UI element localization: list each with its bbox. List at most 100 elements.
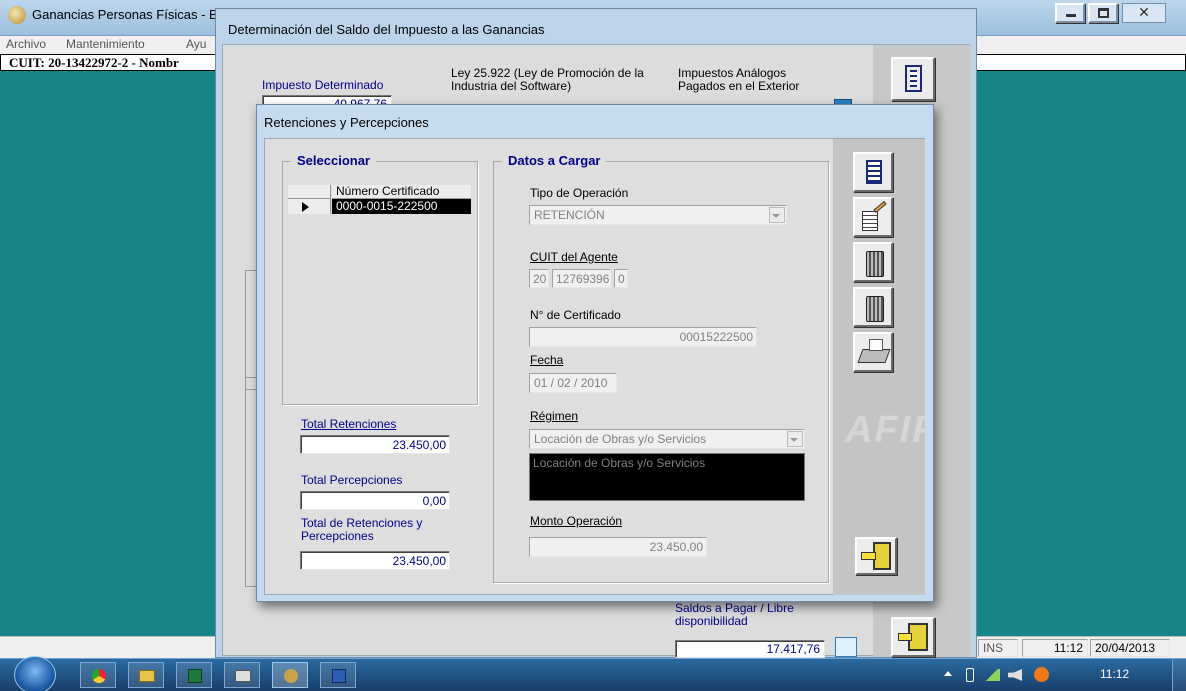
exit-arrow-icon (861, 552, 876, 560)
retenciones-client: Seleccionar Número Certificado 0000-0015… (264, 138, 925, 595)
cuit-agente-2-value: 12769396 (556, 272, 610, 286)
show-desktop-button[interactable] (1172, 659, 1186, 691)
table-row[interactable]: 0000-0015-222500 (288, 199, 471, 214)
regimen-description: Locación de Obras y/o Servicios (529, 453, 805, 501)
document-icon (866, 160, 882, 184)
saldo-document-button[interactable] (891, 57, 935, 101)
retenciones-dialog-title: Retenciones y Percepciones (264, 115, 429, 130)
datos-title: Datos a Cargar (502, 153, 607, 168)
delete-document-button[interactable] (853, 242, 893, 282)
monto-label: Monto Operación (530, 514, 623, 528)
regimen-chevron-glyph (790, 438, 798, 442)
menu-archivo[interactable]: Archivo (6, 37, 46, 51)
total-general-label: Total de Retenciones y Percepciones (301, 516, 423, 543)
certificado-label: N° de Certificado (530, 308, 621, 322)
row-cell-certificado: 0000-0015-222500 (332, 199, 471, 214)
trash-document-icon (866, 251, 884, 277)
excel-taskbar-icon[interactable] (176, 662, 212, 688)
total-percepciones-label: Total Percepciones (301, 473, 403, 487)
status-time-text: 11:12 (1053, 641, 1083, 655)
certificado-value: 00015222500 (679, 330, 753, 344)
minimize-button[interactable] (1055, 3, 1085, 23)
word-taskbar-icon[interactable] (320, 662, 356, 688)
status-ins-text: INS (983, 641, 1004, 655)
exit-button[interactable] (855, 537, 897, 575)
total-retenciones-value: 23.450,00 (392, 438, 446, 452)
fecha-label: Fecha (530, 353, 564, 367)
edit-button[interactable] (853, 197, 893, 237)
tipo-operacion-select[interactable]: RETENCIÓN (529, 205, 787, 225)
saldos-value: 17.417,76 (766, 642, 820, 656)
cuit-agente-2[interactable]: 12769396 (552, 269, 611, 288)
total-retenciones-field: 23.450,00 (300, 435, 450, 454)
tipo-operacion-label: Tipo de Operación (530, 186, 629, 200)
regimen-description-text: Locación de Obras y/o Servicios (533, 456, 706, 470)
pencil-glyph (873, 200, 887, 214)
impuesto-determinado-label: Impuesto Determinado (262, 78, 384, 92)
certificado-field[interactable]: 00015222500 (529, 327, 757, 347)
delete-button[interactable] (853, 287, 893, 327)
printer-icon (857, 349, 891, 363)
tray-volume-icon[interactable] (1008, 669, 1022, 681)
printer-paper-glyph (869, 339, 883, 351)
afip-watermark: AFIP (845, 409, 925, 451)
edit-pencil-icon (862, 211, 878, 231)
print-button[interactable] (853, 332, 893, 372)
start-button-icon[interactable] (14, 656, 56, 691)
menu-ayuda[interactable]: Ayu (186, 37, 206, 51)
status-date-text: 20/04/2013 (1095, 641, 1156, 655)
saldos-field: 17.417,76 (675, 640, 825, 658)
taskbar-clock[interactable]: 11:12 (1100, 667, 1129, 681)
status-ins: INS (978, 639, 1018, 657)
regimen-value: Locación de Obras y/o Servicios (534, 432, 707, 446)
cuit-agente-3[interactable]: 0 (614, 269, 628, 288)
afip-taskbar-icon[interactable] (224, 662, 260, 688)
cuit-agente-1-value: 20 (533, 272, 547, 286)
row-arrow-glyph (302, 202, 309, 212)
cuit-agente-label: CUIT del Agente (530, 250, 618, 264)
saldos-label: Saldos a Pagar / Libre disponibilidad (675, 601, 794, 628)
menu-mantenimiento[interactable]: Mantenimiento (66, 37, 145, 51)
saldo-exit-button[interactable] (891, 617, 935, 657)
view-document-button[interactable] (853, 152, 893, 192)
tray-app-icon[interactable] (1034, 667, 1049, 682)
tipo-operacion-value: RETENCIÓN (534, 208, 605, 222)
chrome-taskbar-icon[interactable] (80, 662, 116, 688)
ganancias-taskbar-icon[interactable] (272, 662, 308, 688)
main-window-title: Ganancias Personas Físicas - B (32, 7, 218, 22)
total-percepciones-field: 0,00 (300, 491, 450, 510)
document-icon (905, 65, 922, 92)
certificado-table: Número Certificado 0000-0015-222500 (288, 185, 471, 401)
total-general-field: 23.450,00 (300, 551, 450, 570)
monto-value: 23.450,00 (649, 540, 703, 554)
table-header-corner (288, 185, 331, 199)
exit-arrow-icon (898, 633, 912, 641)
status-date: 20/04/2013 (1090, 639, 1170, 657)
taskbar: 11:12 (0, 656, 1186, 691)
regimen-select[interactable]: Locación de Obras y/o Servicios (529, 429, 805, 449)
calc-edit-icon[interactable] (835, 637, 857, 657)
explorer-taskbar-icon[interactable] (128, 662, 164, 688)
impuestos-analogos-label: Impuestos Análogos Pagados en el Exterio… (678, 66, 800, 93)
cuit-text: CUIT: 20-13422972-2 - Nombr (9, 55, 179, 70)
monto-field[interactable]: 23.450,00 (529, 537, 707, 557)
total-percepciones-value: 0,00 (422, 494, 446, 508)
cuit-agente-1[interactable]: 20 (529, 269, 549, 288)
cuit-agente-3-value: 0 (618, 272, 625, 286)
retenciones-dialog: Retenciones y Percepciones Seleccionar N… (256, 104, 934, 602)
fecha-field[interactable]: 01 / 02 / 2010 (529, 373, 617, 393)
saldo-dialog-title: Determinación del Saldo del Impuesto a l… (228, 22, 545, 37)
trash-icon (866, 296, 884, 322)
chevron-down-glyph (772, 214, 780, 218)
seleccionar-title: Seleccionar (291, 153, 376, 168)
tray-arrow-icon[interactable] (944, 671, 952, 676)
tray-device-icon[interactable] (966, 668, 974, 682)
close-button[interactable]: ✕ (1122, 3, 1166, 23)
app-logo-icon (8, 6, 26, 24)
tray-network-icon[interactable] (984, 669, 1000, 681)
total-general-value: 23.450,00 (392, 554, 446, 568)
total-retenciones-label: Total Retenciones (301, 417, 397, 431)
table-column-header[interactable]: Número Certificado (332, 185, 471, 199)
fecha-value: 01 / 02 / 2010 (534, 376, 608, 390)
maximize-button[interactable] (1088, 3, 1118, 23)
